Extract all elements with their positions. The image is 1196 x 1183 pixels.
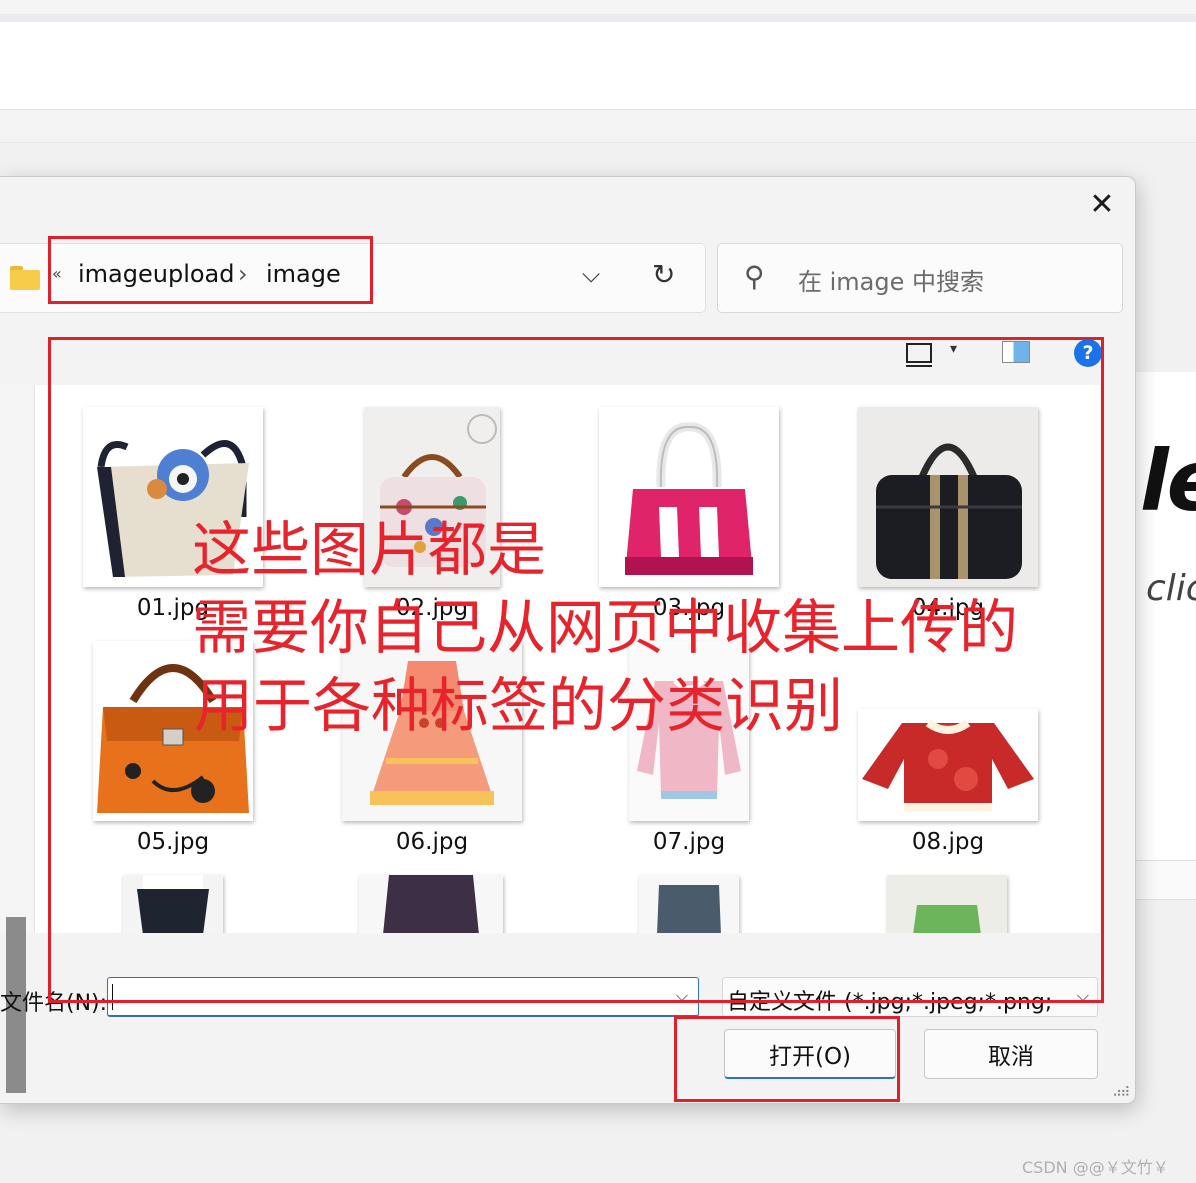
annotation-box-address [48,236,373,304]
search-input[interactable]: ⚲ 在 image 中搜索 [717,243,1123,313]
page-title-fragment: le [1140,432,1196,530]
browser-header [0,22,1196,110]
refresh-icon[interactable]: ↻ [652,258,675,291]
watermark: CSDN @@￥文竹￥ [1022,1158,1169,1177]
search-placeholder: 在 image 中搜索 [798,268,985,296]
annotation-text-line3: 用于各种标签的分类识别 [194,671,844,740]
browser-top-strip [0,0,1196,14]
annotation-text-line2: 需要你自己从网页中收集上传的 [192,593,1019,662]
close-button[interactable]: ✕ [1078,189,1126,221]
browser-tab-line [0,14,1196,22]
resize-grip-icon[interactable]: ⣠⣴ [1112,1081,1130,1097]
annotation-box-open [674,1016,900,1102]
annotation-text-line1: 这些图片都是 [192,515,547,584]
folder-icon [10,266,40,290]
navigation-pane [0,385,34,1093]
annotation-box-files [48,337,1104,1003]
browser-subbar [0,111,1196,143]
address-history-dropdown-icon[interactable]: ⌵ [582,260,600,288]
search-icon: ⚲ [744,260,765,293]
cancel-button[interactable]: 取消 [924,1029,1098,1079]
page-subtitle-fragment: clic [1146,568,1196,609]
